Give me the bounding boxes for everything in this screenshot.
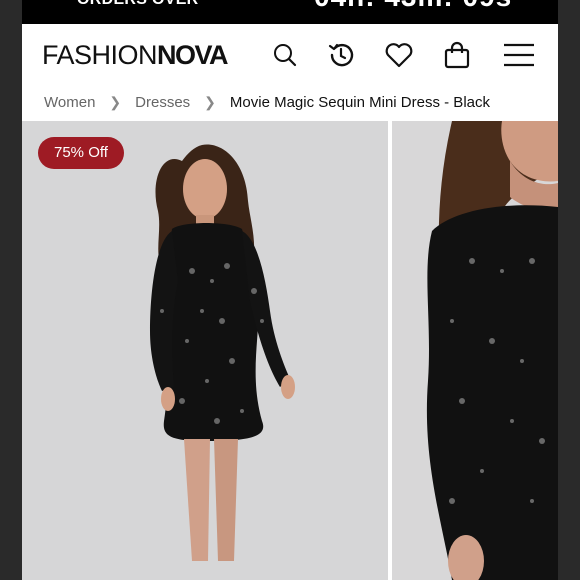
product-gallery: 75% Off bbox=[22, 121, 558, 580]
heart-icon[interactable] bbox=[382, 38, 416, 72]
product-photo-main[interactable]: 75% Off bbox=[22, 121, 388, 580]
chevron-right-icon: ❯ bbox=[204, 93, 216, 110]
discount-badge: 75% Off bbox=[38, 137, 124, 169]
app-screen: ORDERS OVER 04h: 43m: 09s FASHIONNOVA Wo… bbox=[22, 0, 558, 580]
bag-icon[interactable] bbox=[440, 38, 474, 72]
breadcrumb-dresses[interactable]: Dresses bbox=[135, 94, 190, 111]
breadcrumb: Women ❯ Dresses ❯ Movie Magic Sequin Min… bbox=[44, 88, 490, 116]
model-closeup-image bbox=[392, 121, 558, 580]
promo-text: ORDERS OVER bbox=[77, 0, 199, 9]
brand-logo[interactable]: FASHIONNOVA bbox=[42, 40, 229, 71]
chevron-right-icon: ❯ bbox=[109, 93, 122, 110]
site-header: FASHIONNOVA bbox=[22, 24, 558, 88]
history-icon[interactable] bbox=[324, 38, 358, 72]
menu-icon[interactable] bbox=[502, 38, 536, 72]
promo-countdown: 04h: 43m: 09s bbox=[314, 0, 512, 13]
breadcrumb-women[interactable]: Women bbox=[44, 94, 95, 111]
model-full-image bbox=[22, 121, 388, 580]
search-icon[interactable] bbox=[268, 38, 302, 72]
breadcrumb-current: Movie Magic Sequin Mini Dress - Black bbox=[229, 93, 490, 111]
promo-banner[interactable]: ORDERS OVER 04h: 43m: 09s bbox=[22, 0, 558, 24]
product-photo-side[interactable] bbox=[392, 121, 558, 580]
